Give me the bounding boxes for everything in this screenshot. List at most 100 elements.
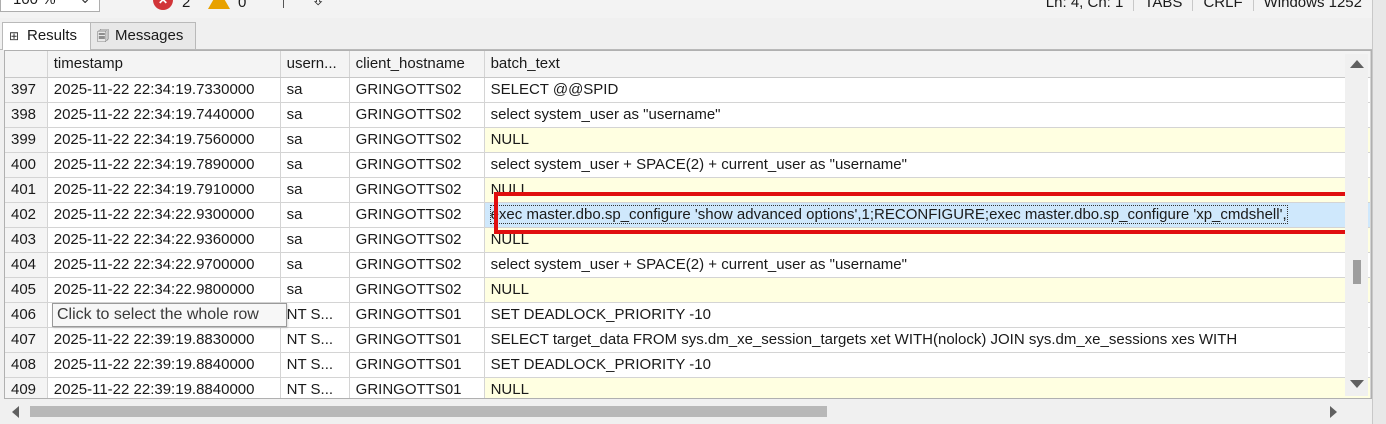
client-hostname-cell[interactable]: GRINGOTTS01 [349,377,485,398]
row-number-cell[interactable]: 400 [5,152,48,178]
indentation-mode[interactable]: TABS [1133,0,1192,11]
username-cell[interactable]: sa [280,202,350,228]
table-row[interactable]: 409 2025-11-22 22:39:19.8840000 NT S... GRI… [5,377,1371,398]
username-cell[interactable]: sa [280,252,350,278]
username-cell[interactable]: sa [280,277,350,303]
timestamp-cell[interactable]: 2025-11-22 22:34:19.7440000 [47,102,281,128]
client-hostname-cell[interactable]: GRINGOTTS02 [349,252,485,278]
client-hostname-cell[interactable]: GRINGOTTS02 [349,277,485,303]
table-row[interactable]: 404 2025-11-22 22:34:22.9700000 sa GRINGOTT… [5,252,1371,278]
batch-text-cell[interactable]: select system_user as "username" [484,102,1371,128]
table-row[interactable]: 408 2025-11-22 22:39:19.8840000 NT S... GRI… [5,352,1371,378]
table-row[interactable]: 400 2025-11-22 22:34:19.7890000 sa GRINGOTT… [5,152,1371,178]
row-number-cell[interactable]: 407 [5,327,48,353]
column-header-username[interactable]: usern... [280,51,350,78]
table-row[interactable]: 397 2025-11-22 22:34:19.7330000 sa GRINGOTT… [5,77,1371,103]
username-cell[interactable]: sa [280,152,350,178]
table-row[interactable]: 403 2025-11-22 22:34:22.9360000 sa GRINGOTT… [5,227,1371,253]
column-header-timestamp[interactable]: timestamp [47,51,281,78]
results-grid[interactable]: timestamp usern... client_hostname batch… [4,50,1372,399]
column-header-client-hostname[interactable]: client_hostname [349,51,485,78]
row-number-cell[interactable]: 403 [5,227,48,253]
encoding[interactable]: Windows 1252 [1252,0,1372,11]
username-cell[interactable]: NT S... [280,377,350,398]
username-cell[interactable]: sa [280,102,350,128]
timestamp-cell[interactable]: 2025-11-22 22:34:22.9300000 [47,202,281,228]
username-cell[interactable]: NT S... [280,327,350,353]
batch-text-cell[interactable]: select system_user + SPACE(2) + current_… [484,252,1371,278]
username-cell[interactable]: NT S... [280,302,350,328]
username-cell[interactable]: NT S... [280,352,350,378]
timestamp-cell[interactable]: 2025-11-22 22:34:22.9700000 [47,252,281,278]
next-issue-arrow-icon[interactable]: ⇩ [311,0,325,10]
timestamp-cell[interactable]: 2025-11-22 22:34:22.9800000 [47,277,281,303]
client-hostname-cell[interactable]: GRINGOTTS02 [349,102,485,128]
timestamp-cell[interactable]: 2025-11-22 22:34:22.9360000 [47,227,281,253]
batch-text-cell[interactable]: NULL [484,227,1371,253]
client-hostname-cell[interactable]: GRINGOTTS02 [349,202,485,228]
username-cell[interactable]: sa [280,227,350,253]
table-row[interactable]: 399 2025-11-22 22:34:19.7560000 sa GRINGOTT… [5,127,1371,153]
batch-text-cell[interactable]: SET DEADLOCK_PRIORITY -10 [484,302,1371,328]
batch-text-cell[interactable]: select system_user + SPACE(2) + current_… [484,152,1371,178]
scroll-right-arrow-icon[interactable] [1330,406,1337,418]
batch-text-cell[interactable]: exec master.dbo.sp_configure 'show advan… [484,202,1371,228]
client-hostname-cell[interactable]: GRINGOTTS02 [349,177,485,203]
client-hostname-cell[interactable]: GRINGOTTS02 [349,152,485,178]
row-number-cell[interactable]: 405 [5,277,48,303]
row-number-cell[interactable]: 406 [5,302,48,328]
batch-text-cell[interactable]: SELECT target_data FROM sys.dm_xe_sessio… [484,327,1371,353]
row-number-cell[interactable]: 401 [5,177,48,203]
batch-text-cell[interactable]: SELECT @@SPID [484,77,1371,103]
table-row[interactable]: 402 2025-11-22 22:34:22.9300000 sa GRINGOTT… [5,202,1371,228]
batch-text-cell[interactable]: NULL [484,127,1371,153]
batch-text-cell[interactable]: SET DEADLOCK_PRIORITY -10 [484,352,1371,378]
client-hostname-cell[interactable]: GRINGOTTS02 [349,77,485,103]
batch-text-cell[interactable]: NULL [484,377,1371,398]
timestamp-cell[interactable]: 2025-11-22 22:34:19.7560000 [47,127,281,153]
client-hostname-cell[interactable]: GRINGOTTS01 [349,302,485,328]
table-row[interactable]: 398 2025-11-22 22:34:19.7440000 sa GRINGOTT… [5,102,1371,128]
row-number-cell[interactable]: 398 [5,102,48,128]
vertical-scrollbar[interactable] [1345,54,1368,396]
error-icon[interactable]: ✕ [153,0,173,10]
tab-messages[interactable]: 🗐 Messages [90,22,196,49]
client-hostname-cell[interactable]: GRINGOTTS02 [349,127,485,153]
timestamp-cell[interactable]: 2025-11-22 22:39:19.8840000 [47,352,281,378]
table-row[interactable]: 401 2025-11-22 22:34:19.7910000 sa GRINGOTT… [5,177,1371,203]
timestamp-cell[interactable]: 2025-11-22 22:34:19.7890000 [47,152,281,178]
vertical-scroll-thumb[interactable] [1353,260,1361,284]
row-number-cell[interactable]: 404 [5,252,48,278]
scroll-up-arrow-icon[interactable] [1350,60,1364,68]
batch-text-cell[interactable]: NULL [484,177,1371,203]
username-cell[interactable]: sa [280,77,350,103]
row-number-cell[interactable]: 397 [5,77,48,103]
timestamp-cell[interactable]: 2025-11-22 22:34:19.7330000 [47,77,281,103]
username-cell[interactable]: sa [280,177,350,203]
table-row[interactable]: 407 2025-11-22 22:39:19.8830000 NT S... GRI… [5,327,1371,353]
scroll-down-arrow-icon[interactable] [1350,380,1364,388]
username-cell[interactable]: sa [280,127,350,153]
row-number-cell[interactable]: 408 [5,352,48,378]
client-hostname-cell[interactable]: GRINGOTTS01 [349,352,485,378]
scroll-left-arrow-icon[interactable] [12,406,19,418]
cursor-position[interactable]: Ln: 4, Ch: 1 [1036,0,1134,11]
timestamp-cell[interactable]: 2025-11-22 22:34:19.7910000 [47,177,281,203]
row-number-cell[interactable]: 402 [5,202,48,228]
row-number-cell[interactable]: 409 [5,377,48,398]
timestamp-cell[interactable]: 2025-11-22 22:39:19.8830000 [47,327,281,353]
batch-text-cell[interactable]: NULL [484,277,1371,303]
horizontal-scrollbar[interactable] [4,399,1349,424]
tab-results[interactable]: ⊞ Results [2,22,91,50]
line-ending[interactable]: CRLF [1192,0,1252,11]
column-header-batch-text[interactable]: batch_text [484,51,1371,78]
horizontal-scroll-thumb[interactable] [30,406,827,417]
timestamp-cell[interactable]: 2025-11-22 22:39:19.8840000 [47,377,281,398]
row-number-cell[interactable]: 399 [5,127,48,153]
client-hostname-cell[interactable]: GRINGOTTS02 [349,227,485,253]
table-row[interactable]: 405 2025-11-22 22:34:22.9800000 sa GRINGOTT… [5,277,1371,303]
client-hostname-cell[interactable]: GRINGOTTS01 [349,327,485,353]
zoom-dropdown[interactable]: 100 % ⌄ [0,0,100,12]
warning-icon[interactable] [208,0,230,9]
select-all-corner[interactable] [5,51,48,78]
